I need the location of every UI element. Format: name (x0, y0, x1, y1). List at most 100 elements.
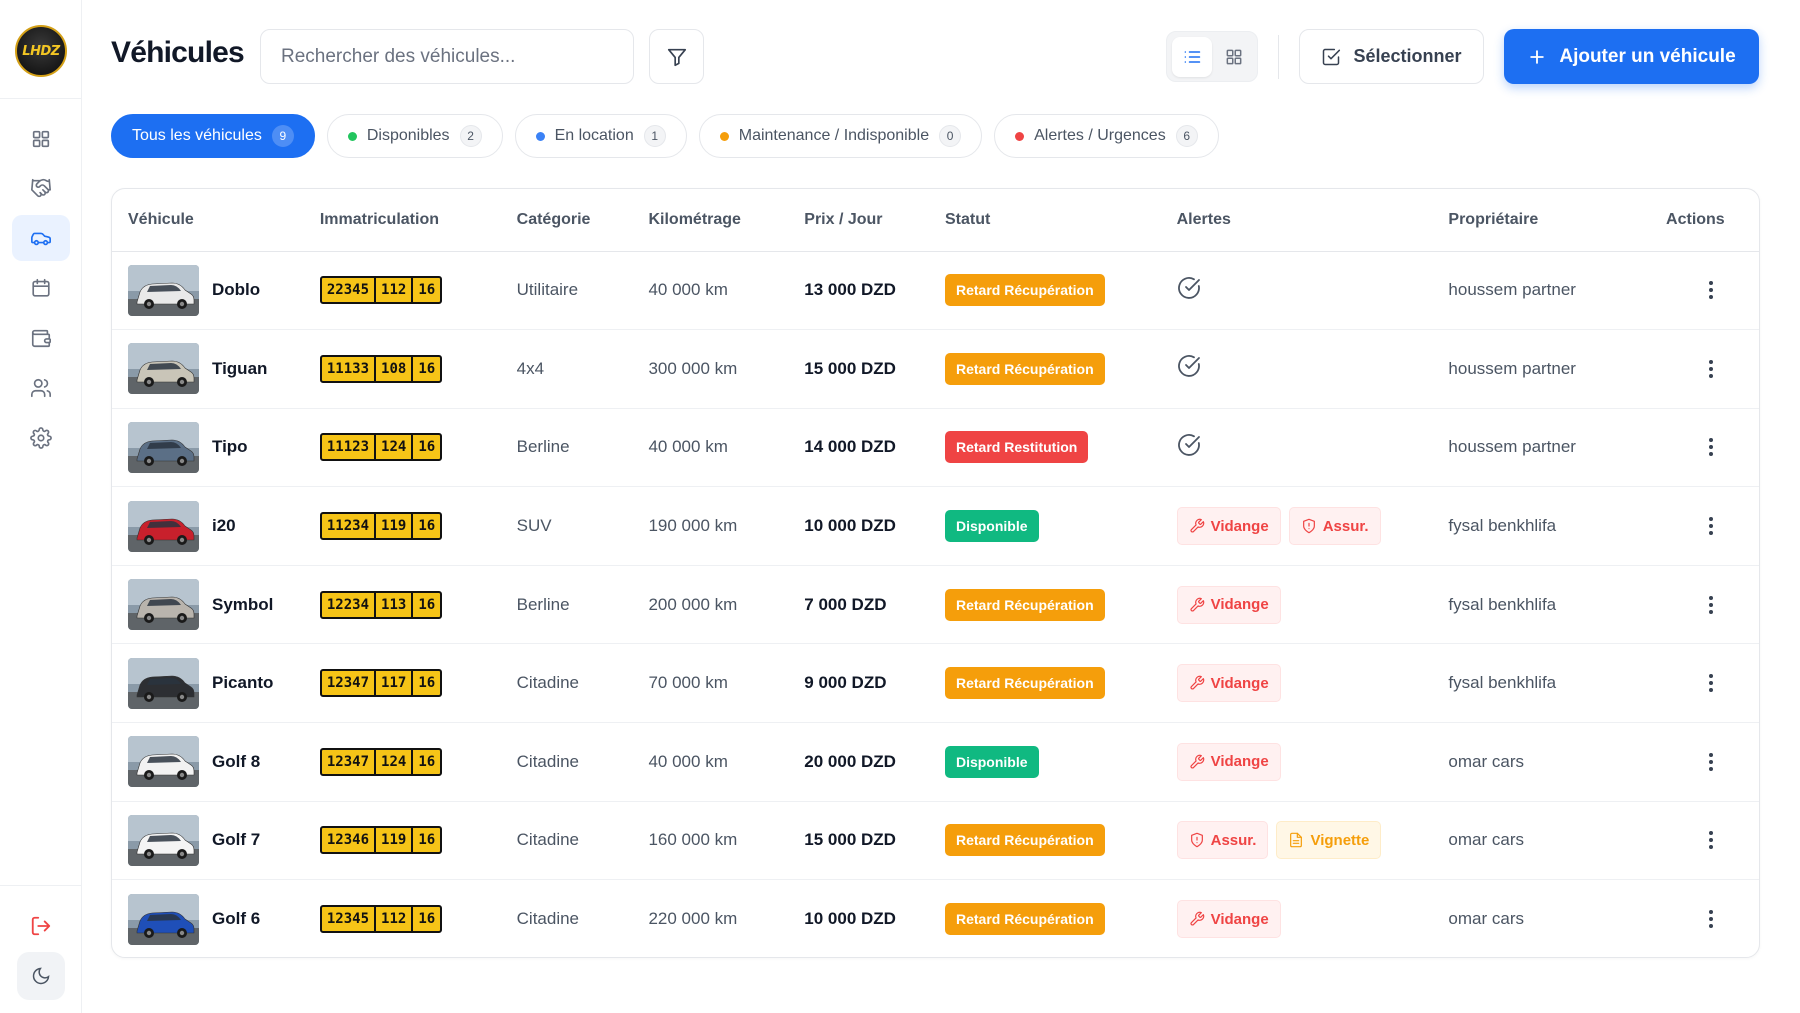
sidebar-item-vehicles[interactable] (12, 215, 70, 261)
table-row[interactable]: Golf 8 12347 124 16 Citadine 40 000 km 20 000 … (112, 722, 1759, 802)
filter-chip[interactable]: Alertes / Urgences 6 (994, 114, 1219, 158)
sidebar-item-dashboard[interactable] (12, 116, 70, 162)
select-button[interactable]: Sélectionner (1299, 29, 1484, 84)
column-header-plate[interactable]: Immatriculation (319, 189, 517, 252)
daily-price: 13 000 DZD (804, 280, 896, 300)
row-actions-button[interactable] (1696, 747, 1726, 777)
plate-segment: 112 (374, 907, 411, 932)
column-header-category[interactable]: Catégorie (516, 189, 649, 252)
status-dot (347, 131, 357, 141)
row-actions-button[interactable] (1696, 590, 1726, 620)
theme-toggle-button[interactable] (17, 952, 65, 1000)
sidebar-item-rentals[interactable] (12, 165, 70, 211)
plate-segment: 16 (411, 356, 440, 381)
cell-category: Citadine (516, 643, 649, 724)
sidebar-item-calendar[interactable] (12, 265, 70, 311)
plate-segment: 16 (411, 435, 440, 460)
plate-segment: 16 (411, 749, 440, 774)
logo-text: LHDZ (22, 43, 60, 59)
column-header-vehicle[interactable]: Véhicule (112, 189, 320, 252)
wrench-icon (1190, 518, 1204, 533)
more-vertical-icon (1709, 359, 1714, 378)
cell-category: Berline (516, 565, 649, 645)
alert-tag[interactable]: Vidange (1176, 900, 1281, 939)
no-alerts-indicator (1177, 276, 1201, 305)
column-header-mileage[interactable]: Kilométrage (648, 189, 805, 252)
filter-button[interactable] (649, 29, 704, 84)
list-icon (1184, 51, 1201, 63)
alert-tag[interactable]: Assur. (1176, 821, 1269, 860)
cell-status: Retard Récupération (944, 329, 1177, 409)
grid-icon (1226, 49, 1242, 65)
row-actions-button[interactable] (1696, 668, 1726, 698)
alert-tag[interactable]: Vidange (1176, 742, 1281, 781)
row-actions-button[interactable] (1696, 432, 1726, 462)
column-header-price[interactable]: Prix / Jour (804, 189, 945, 252)
row-actions-button[interactable] (1696, 275, 1726, 305)
table-row[interactable]: Symbol 12234 113 16 Berline 200 000 km 7 000 D… (112, 565, 1759, 645)
table-row[interactable]: Tiguan 11133 108 16 4x4 300 000 km 15 000 DZD R… (112, 329, 1759, 409)
filter-chip[interactable]: Tous les véhicules 9 (111, 114, 315, 158)
alert-tag[interactable]: Vignette (1276, 821, 1382, 860)
column-header-owner[interactable]: Propriétaire (1448, 189, 1667, 252)
plus-icon (1530, 49, 1545, 64)
cell-owner: houssem partner (1448, 408, 1667, 488)
plate-segment: 112 (374, 278, 411, 303)
sidebar-item-clients[interactable] (12, 365, 70, 411)
table-row[interactable]: i20 11234 119 16 SUV 190 000 km 10 000 DZD Disp… (112, 486, 1759, 566)
add-vehicle-button[interactable]: Ajouter un véhicule (1504, 29, 1759, 84)
vehicle-photo (128, 343, 199, 395)
cell-price: 10 000 DZD (804, 880, 945, 957)
cell-owner: fysal benkhlifa (1448, 643, 1667, 724)
vehicle-info: Golf 6 (128, 893, 320, 945)
cell-status: Retard Récupération (944, 643, 1177, 724)
row-actions-button[interactable] (1696, 511, 1726, 541)
logout-button[interactable] (22, 908, 60, 944)
plate-segment: 11234 (326, 518, 370, 535)
alert-tag[interactable]: Vidange (1176, 585, 1281, 624)
wrench-icon (1190, 754, 1204, 769)
vehicle-info: Symbol (128, 579, 320, 631)
alert-tag[interactable]: Assur. (1288, 507, 1381, 546)
filter-chip[interactable]: Disponibles 2 (326, 114, 503, 158)
search-input[interactable] (260, 29, 634, 84)
filter-chip-count: 0 (939, 125, 962, 147)
cell-owner: omar cars (1448, 722, 1667, 802)
grid-icon (32, 130, 50, 148)
table-row[interactable]: Golf 7 12346 119 16 Citadine 160 000 km 15 000… (112, 801, 1759, 881)
table-header-row: Véhicule Immatriculation Catégorie Kilom… (112, 189, 1759, 252)
grid-view-button[interactable] (1214, 37, 1254, 77)
filter-chip[interactable]: En location 1 (514, 114, 687, 158)
table-row[interactable]: Doblo 22345 112 16 Utilitaire 40 000 km 13 000… (112, 251, 1759, 331)
license-plate: 12346 119 16 (319, 826, 443, 855)
alert-label: Vignette (1310, 831, 1370, 849)
row-actions-button[interactable] (1696, 904, 1726, 934)
sidebar-item-settings[interactable] (12, 415, 70, 461)
alerts-list: Vidange (1176, 664, 1449, 703)
filter-chip[interactable]: Maintenance / Indisponible 0 (698, 114, 983, 158)
filter-chip-label: Alertes / Urgences (1034, 127, 1166, 144)
table-row[interactable]: Tipo 11123 124 16 Berline 40 000 km 14 000 DZD… (112, 408, 1759, 488)
column-header-alerts[interactable]: Alertes (1176, 189, 1449, 252)
more-vertical-icon (1709, 831, 1714, 850)
car-icon (31, 232, 51, 246)
table-row[interactable]: Golf 6 12345 112 16 Citadine 220 000 km 10 000… (112, 880, 1759, 957)
filter-chip-count: 6 (1175, 125, 1198, 147)
list-view-button[interactable] (1172, 37, 1212, 77)
column-header-status[interactable]: Statut (944, 189, 1177, 252)
status-badge: Retard Récupération (944, 274, 1105, 307)
shield-icon (1190, 833, 1203, 848)
status-badge: Retard Récupération (944, 824, 1105, 857)
cell-category: Citadine (516, 722, 649, 802)
plate-segment: 119 (374, 828, 411, 853)
cell-category: Citadine (516, 801, 649, 881)
table-row[interactable]: Picanto 12347 117 16 Citadine 70 000 km 9 000 … (112, 643, 1759, 724)
alert-tag[interactable]: Vidange (1176, 507, 1281, 546)
cell-mileage: 40 000 km (648, 408, 805, 488)
cell-category: SUV (516, 486, 649, 566)
app-logo[interactable]: LHDZ (15, 25, 67, 77)
row-actions-button[interactable] (1696, 825, 1726, 855)
row-actions-button[interactable] (1696, 354, 1726, 384)
alert-tag[interactable]: Vidange (1176, 664, 1281, 703)
sidebar-item-wallet[interactable] (12, 315, 70, 361)
